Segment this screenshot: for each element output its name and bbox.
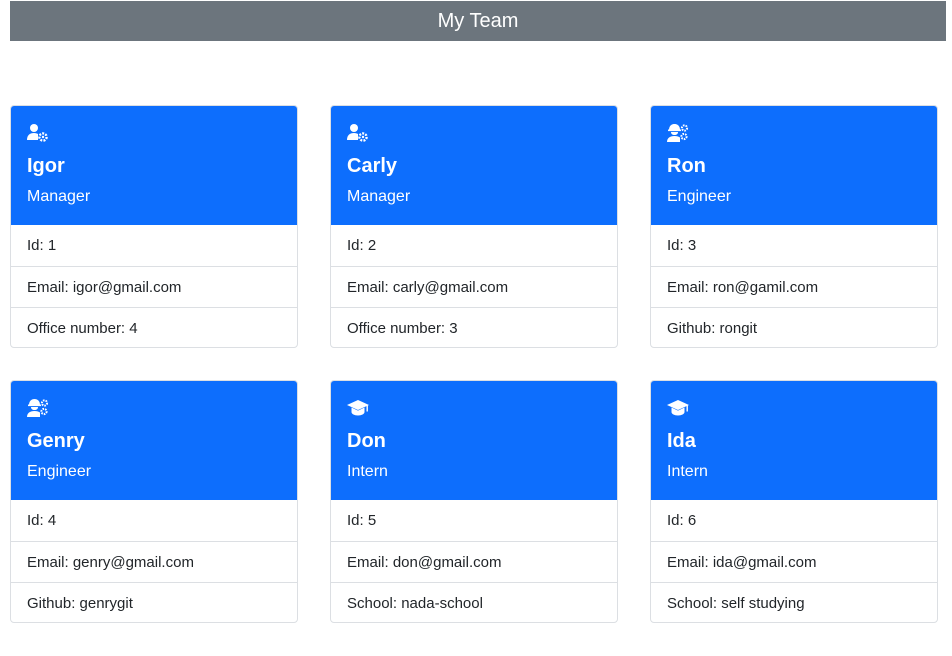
card-header: Igor Manager: [11, 106, 297, 225]
member-role: Manager: [347, 188, 411, 205]
graduation-cap-icon: [347, 400, 369, 416]
member-school: School: nada-school: [331, 582, 617, 622]
member-school: School: self studying: [651, 582, 937, 622]
member-name: Ron: [667, 155, 706, 177]
team-member-card: Ida Intern Id: 6 Email: ida@gmail.com Sc…: [650, 380, 938, 623]
page-header: My Team: [10, 1, 946, 41]
member-info-list: Id: 4 Email: genry@gmail.com Github: gen…: [11, 500, 297, 622]
member-id: Id: 5: [347, 512, 377, 529]
member-email: Email: don@gmail.com: [331, 541, 617, 582]
member-name: Don: [347, 430, 386, 452]
member-name: Igor: [27, 155, 65, 177]
manager-icon: [347, 124, 368, 142]
team-grid: Igor Manager Id: 1 Email: igor@gmail.com…: [10, 105, 938, 623]
team-member-card: Ron Engineer Id: 3 Email: ron@gamil.com …: [650, 105, 938, 348]
engineer-icon: [667, 124, 689, 142]
card-header: Genry Engineer: [11, 381, 297, 500]
engineer-icon: [27, 399, 49, 417]
member-id: Id: 1: [27, 237, 57, 254]
manager-icon: [27, 124, 48, 142]
member-id: Id: 4: [27, 512, 57, 529]
member-email: Email: ron@gamil.com: [651, 266, 937, 307]
member-id: Id: 3: [667, 237, 697, 254]
card-header: Ron Engineer: [651, 106, 937, 225]
team-member-card: Genry Engineer Id: 4 Email: genry@gmail.…: [10, 380, 298, 623]
member-github: Github: rongit: [651, 307, 937, 347]
member-info-list: Id: 3 Email: ron@gamil.com Github: rongi…: [651, 225, 937, 347]
team-member-card: Don Intern Id: 5 Email: don@gmail.com Sc…: [330, 380, 618, 623]
member-info-list: Id: 1 Email: igor@gmail.com Office numbe…: [11, 225, 297, 347]
member-info-list: Id: 2 Email: carly@gmail.com Office numb…: [331, 225, 617, 347]
member-id: Id: 2: [347, 237, 377, 254]
team-member-card: Carly Manager Id: 2 Email: carly@gmail.c…: [330, 105, 618, 348]
card-header: Ida Intern: [651, 381, 937, 500]
member-email: Email: igor@gmail.com: [11, 266, 297, 307]
member-name: Carly: [347, 155, 398, 177]
member-email: Email: carly@gmail.com: [331, 266, 617, 307]
member-email: Email: ida@gmail.com: [651, 541, 937, 582]
member-email: Email: genry@gmail.com: [11, 541, 297, 582]
member-info-list: Id: 5 Email: don@gmail.com School: nada-…: [331, 500, 617, 622]
member-name: Genry: [27, 430, 85, 452]
team-member-card: Igor Manager Id: 1 Email: igor@gmail.com…: [10, 105, 298, 348]
member-github: Github: genrygit: [11, 582, 297, 622]
member-role: Intern: [347, 463, 388, 480]
page-title: My Team: [437, 9, 519, 32]
member-office-number: Office number: 4: [11, 307, 297, 347]
member-role: Engineer: [27, 463, 92, 480]
member-role: Intern: [667, 463, 708, 480]
member-office-number: Office number: 3: [331, 307, 617, 347]
card-header: Carly Manager: [331, 106, 617, 225]
member-id: Id: 6: [667, 512, 697, 529]
member-name: Ida: [667, 430, 696, 452]
member-info-list: Id: 6 Email: ida@gmail.com School: self …: [651, 500, 937, 622]
graduation-cap-icon: [667, 400, 689, 416]
card-header: Don Intern: [331, 381, 617, 500]
member-role: Engineer: [667, 188, 732, 205]
member-role: Manager: [27, 188, 91, 205]
